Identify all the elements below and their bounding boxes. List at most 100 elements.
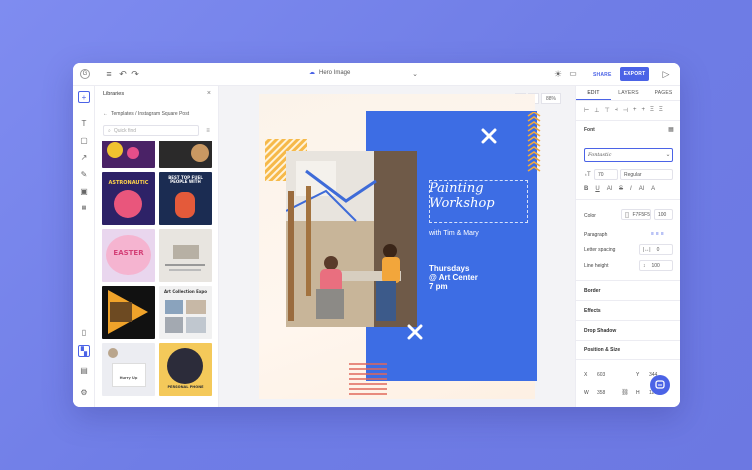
align-right-text-icon[interactable]: ≡ — [661, 231, 664, 237]
chevron-down-icon[interactable]: ⌄ — [665, 152, 671, 158]
color-hex-input[interactable]: F7F5F5 — [621, 209, 651, 220]
poster-date[interactable]: Thursdays @ Art Center 7 pm — [429, 264, 478, 291]
italic-icon[interactable]: I — [630, 186, 632, 192]
more-align-icon[interactable]: Ξ — [659, 107, 663, 114]
color-hex-value: F7F5F5 — [632, 211, 650, 218]
grid-icon[interactable]: ▦ — [667, 126, 675, 134]
template-thumbnail[interactable] — [159, 229, 212, 282]
align-center-icon[interactable]: ⊥ — [594, 107, 599, 114]
drop-shadow-section[interactable]: Drop Shadow — [576, 320, 680, 340]
chevron-pattern-shape[interactable] — [526, 112, 546, 178]
redo-icon[interactable]: ↷ — [130, 69, 140, 79]
case-icon[interactable]: Al — [607, 186, 612, 192]
template-thumbnail[interactable]: BEST TOP FUEL PEOPLE WITH — [159, 172, 212, 225]
undo-icon[interactable]: ↶ — [118, 69, 128, 79]
template-thumbnail[interactable]: Hurry Up — [102, 343, 155, 396]
border-section[interactable]: Border — [576, 280, 680, 300]
breadcrumb[interactable]: ← Templates / Instagram Square Post — [103, 111, 189, 117]
image-tool-icon[interactable]: ▣ — [78, 185, 90, 197]
poster-subtitle[interactable]: with Tim & Mary — [429, 230, 479, 237]
letter-spacing-input[interactable]: |↔| 0 — [639, 244, 673, 255]
search-input[interactable]: ⌕ Quick find — [103, 125, 199, 136]
sun-icon[interactable]: ☀ — [553, 69, 563, 79]
color-opacity-input[interactable]: 100 — [654, 209, 673, 220]
distribute-h-icon[interactable]: + — [641, 107, 645, 114]
template-thumbnail[interactable]: Art Collection Expo — [159, 286, 212, 339]
bold-icon[interactable]: B — [584, 186, 588, 192]
align-center-text-icon[interactable]: ≡ — [656, 231, 659, 237]
search-icon: ⌕ — [108, 127, 111, 134]
tab-pages[interactable]: PAGES — [646, 86, 680, 100]
media-icon[interactable]: ▤ — [78, 364, 90, 376]
cross-shape[interactable] — [481, 128, 497, 144]
link-icon[interactable]: ⛓ — [621, 388, 629, 397]
template-thumbnail[interactable]: PERSONAL PHONE — [159, 343, 212, 396]
template-thumbnail[interactable] — [102, 286, 155, 339]
color-swatch[interactable] — [625, 211, 630, 218]
properties-panel: EDIT LAYERS PAGES ⊢ ⊥ ⊤ ⫞ ⊣ + + Ξ Ξ Font… — [575, 86, 680, 407]
export-button[interactable]: EXPORT — [620, 67, 649, 81]
font-weight-select[interactable]: Regular — [620, 169, 673, 180]
template-thumbnail[interactable]: EASTER — [102, 229, 155, 282]
text-tool-icon[interactable]: T — [78, 117, 90, 129]
font-size-input[interactable]: 70 — [594, 169, 618, 180]
share-button[interactable]: SHARE — [588, 68, 617, 81]
app-logo-icon[interactable]: G — [80, 69, 90, 79]
position-size-section[interactable]: Position & Size — [576, 340, 680, 360]
qr-tool-icon[interactable]: ▦ — [78, 202, 90, 214]
paragraph-align: ≡ ≡ ≡ — [651, 231, 664, 237]
letter-spacing-label: Letter spacing — [584, 247, 616, 253]
tab-layers[interactable]: LAYERS — [611, 86, 646, 100]
sub-icon[interactable]: A — [651, 186, 655, 192]
canvas-area[interactable]: ⤢ − + 88% — [219, 86, 575, 407]
artboard[interactable]: Painting Workshop with Tim & Mary Thursd… — [259, 94, 541, 399]
templates-icon[interactable]: ▚ — [78, 345, 90, 357]
chat-button[interactable] — [650, 375, 670, 395]
shape-tool-icon[interactable]: ▢ — [78, 134, 90, 146]
line-height-input[interactable]: ↕ 100 — [639, 260, 673, 271]
align-left-icon[interactable]: ⊢ — [584, 107, 589, 114]
x-input[interactable]: 603 — [594, 369, 624, 380]
align-bottom-icon[interactable]: ⊣ — [623, 107, 628, 114]
filter-icon[interactable]: ≡ — [203, 125, 213, 136]
align-middle-icon[interactable]: ⫞ — [615, 107, 618, 114]
document-title[interactable]: ☁ Hero Image — [309, 69, 350, 77]
zoom-level[interactable]: 88% — [541, 93, 561, 104]
comment-icon[interactable]: ▭ — [568, 69, 578, 79]
tool-rail: + T ▢ ↗ ✎ ▣ ▦ ▯ ▚ ▤ ⚙ — [73, 86, 95, 407]
underline-icon[interactable]: U — [595, 186, 599, 192]
font-family-select[interactable]: Fontastic — [584, 148, 673, 162]
pen-tool-icon[interactable]: ✎ — [78, 168, 90, 180]
template-thumbnail[interactable] — [102, 141, 155, 168]
chevron-down-icon[interactable]: ⌄ — [410, 69, 420, 79]
distribute-icon[interactable]: + — [633, 107, 637, 114]
stripes-shape[interactable] — [349, 362, 387, 398]
thumb-text: ASTRONAUTIC — [108, 180, 149, 186]
date-line: @ Art Center — [429, 273, 478, 282]
add-icon[interactable]: + — [78, 91, 90, 103]
play-icon[interactable]: ▷ — [661, 69, 671, 79]
poster-title[interactable]: Painting Workshop — [429, 181, 495, 211]
back-arrow-icon[interactable]: ← — [103, 111, 108, 117]
align-left-text-icon[interactable]: ≡ — [651, 231, 654, 237]
align-top-icon[interactable]: ⊤ — [604, 107, 609, 114]
template-thumbnail[interactable]: ASTRONAUTIC — [102, 172, 155, 225]
text-style-toolbar: B U Al S I Al A — [584, 186, 655, 192]
date-line: Thursdays — [429, 264, 470, 273]
settings-icon[interactable]: ⚙ — [78, 386, 90, 398]
spacing-icon[interactable]: Ξ — [650, 107, 654, 114]
cross-shape[interactable] — [407, 324, 423, 340]
w-input[interactable]: 358 — [594, 387, 618, 398]
template-thumbnail[interactable] — [159, 141, 212, 168]
page-icon[interactable]: ▯ — [78, 326, 90, 338]
line-tool-icon[interactable]: ↗ — [78, 151, 90, 163]
caps-icon[interactable]: Al — [639, 186, 644, 192]
strike-icon[interactable]: S — [619, 186, 623, 192]
breadcrumb-text: Templates / Instagram Square Post — [111, 111, 190, 117]
close-icon[interactable]: × — [207, 90, 211, 97]
align-toolbar: ⊢ ⊥ ⊤ ⫞ ⊣ + + Ξ Ξ — [584, 107, 663, 114]
tab-edit[interactable]: EDIT — [576, 86, 611, 100]
menu-icon[interactable]: ≡ — [104, 69, 114, 79]
workshop-photo[interactable] — [286, 151, 417, 327]
effects-section[interactable]: Effects — [576, 300, 680, 320]
